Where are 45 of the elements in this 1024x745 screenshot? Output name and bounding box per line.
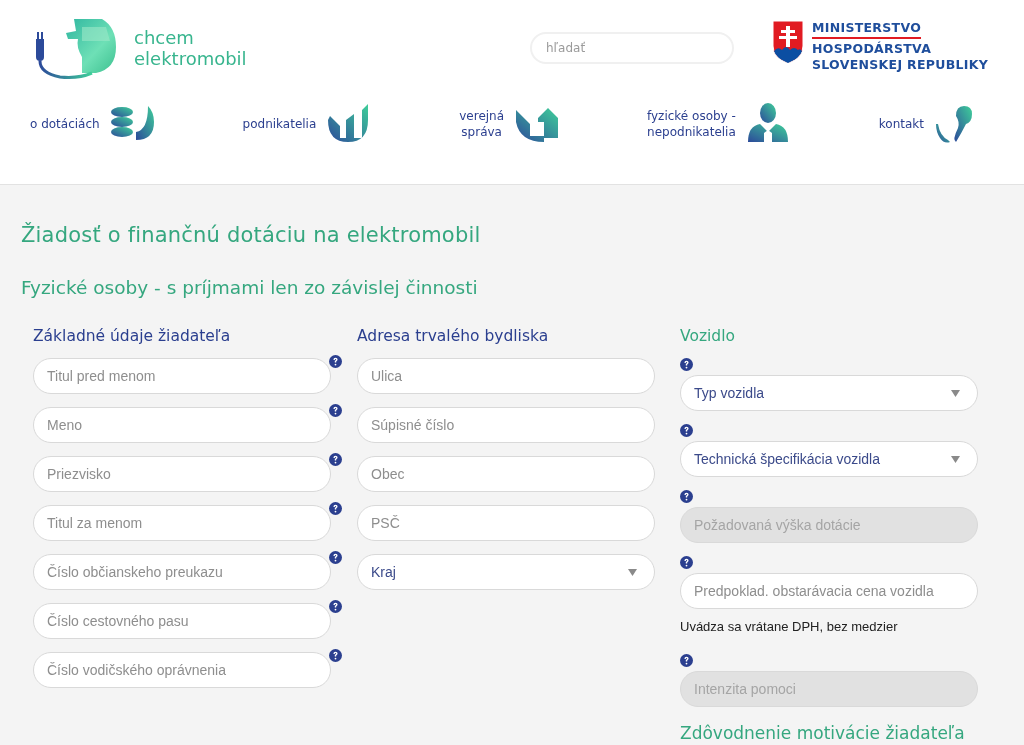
section-subtitle: Fyzické osoby - s príjmami len zo závislej činnosti [21,277,479,298]
help-icon[interactable] [680,424,693,437]
help-icon[interactable] [329,404,342,417]
help-icon[interactable] [329,502,342,515]
input-field[interactable]: Obec [357,456,655,492]
nav-link[interactable]: o dotáciách [30,116,100,132]
column-heading: Vozidlo [680,326,736,346]
help-icon[interactable] [329,600,342,613]
hint-text: Uvádza sa vrátane DPH, bez medzier [680,619,899,634]
input-field[interactable]: Číslo občianskeho preukazu [33,554,331,590]
input-field[interactable]: Ulica [357,358,655,394]
ministry-name: MINISTERSTVO [812,19,922,39]
caret-icon [628,568,637,576]
input-field[interactable]: PSČ [357,505,655,541]
input-field[interactable]: Meno [33,407,331,443]
dropdown[interactable]: Kraj [357,554,655,590]
nav-link[interactable]: kontakt [878,116,924,132]
input-field[interactable]: Priezvisko [33,456,331,492]
input-field[interactable]: Číslo vodičského oprávnenia [33,652,331,688]
dropdown[interactable]: Typ vozidla [680,375,978,411]
page-title: Žiadosť o finančnú dotáciu na elektromobil [21,223,482,247]
column-heading: Adresa trvalého bydliska [357,326,550,346]
caret-icon [951,389,960,397]
help-icon[interactable] [329,355,342,368]
ministry-name: HOSPODÁRSTVA [812,40,932,57]
input-field[interactable]: Titul pred menom [33,358,331,394]
help-icon[interactable] [329,453,342,466]
caret-icon [951,455,960,463]
column-heading: Základné údaje žiadateľa [33,326,232,346]
nav-link[interactable]: fyzické osoby - nepodnikatelia [647,108,736,140]
help-icon[interactable] [329,551,342,564]
nav-link[interactable]: podnikatelia [242,116,317,132]
input-field[interactable]: Číslo cestovného pasu [33,603,331,639]
dropdown[interactable]: Technická špecifikácia vozidla [680,441,978,477]
input-field[interactable]: Predpoklad. obstarávacia cena vozidla [680,573,978,609]
help-icon[interactable] [680,556,693,569]
nav-link[interactable]: verejná správa [459,108,505,140]
ministry-name: SLOVENSKEJ REPUBLIKY [812,56,989,73]
input-field[interactable]: Súpisné číslo [357,407,655,443]
coat-of-arms-icon [772,19,804,64]
search-field[interactable]: hľadať [530,32,734,64]
help-icon[interactable] [680,358,693,371]
input-field[interactable]: Titul za menom [33,505,331,541]
help-icon[interactable] [329,649,342,662]
section-heading: Zdôvodnenie motivácie žiadateľa [680,724,966,742]
